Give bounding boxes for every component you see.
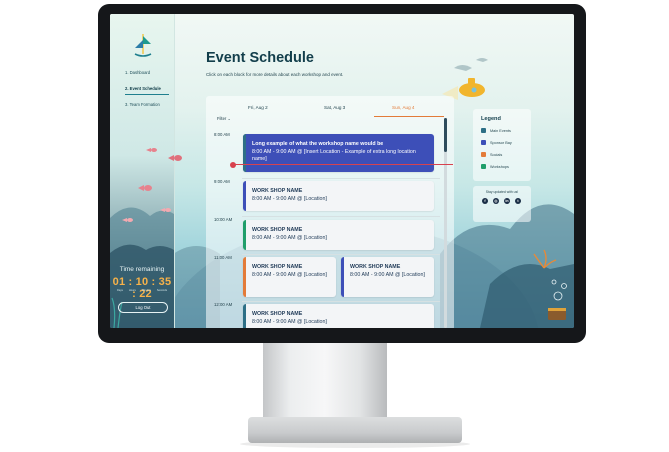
- legend-swatch: [481, 164, 486, 169]
- event-card[interactable]: WORK SHOP NAME 8:00 AM - 9:00 AM @ [Loca…: [341, 257, 434, 297]
- event-time-location: 8:00 AM - 9:00 AM @ [Location]: [252, 195, 327, 202]
- active-day-indicator: [374, 116, 444, 117]
- time-divider: [242, 216, 440, 217]
- schedule-scroll-thumb[interactable]: [444, 118, 447, 152]
- timer-units: Days Hours Minutes Seconds: [117, 289, 167, 292]
- countdown-timer: 01 : 10 : 35 : 22: [112, 276, 172, 300]
- monitor-base: [248, 417, 462, 443]
- event-name: WORK SHOP NAME: [252, 264, 303, 270]
- event-card[interactable]: WORK SHOP NAME 8:00 AM - 9:00 AM @ [Loca…: [243, 304, 434, 328]
- event-name: WORK SHOP NAME: [252, 311, 303, 317]
- legend-label: Sponsor Bay: [490, 140, 512, 145]
- event-time-location: 8:00 AM - 9:00 AM @ [Location]: [252, 271, 327, 278]
- event-time-location: 8:00 AM - 9:00 AM @ [Location]: [252, 318, 327, 325]
- event-name: WORK SHOP NAME: [252, 188, 303, 194]
- legend-swatch: [481, 140, 486, 145]
- nav-item-dashboard[interactable]: 1. Dashboard: [125, 70, 150, 75]
- timer-unit-hours: Hours: [128, 289, 136, 292]
- tab-day-sat[interactable]: Sat, Aug 3: [324, 105, 345, 110]
- nav-item-team-formation[interactable]: 3. Team Formation: [125, 102, 160, 107]
- legend-item-workshops: Workshops: [481, 164, 509, 169]
- timer-unit-days: Days: [117, 289, 123, 292]
- tab-day-sun[interactable]: Sun, Aug 4: [392, 105, 414, 110]
- event-card[interactable]: Long example of what the workshop name w…: [243, 134, 434, 172]
- event-name: WORK SHOP NAME: [350, 264, 401, 270]
- legend-label: Socials: [490, 152, 503, 157]
- timer-label: Time remaining: [119, 266, 165, 273]
- legend-swatch: [481, 128, 486, 133]
- legend-label: Main Events: [490, 128, 511, 133]
- time-label: 12:00 AM: [214, 302, 233, 307]
- event-time-location: 8:00 AM - 9:00 AM @ [Location]: [350, 271, 425, 278]
- current-time-line: [233, 164, 453, 165]
- event-card[interactable]: WORK SHOP NAME 8:00 AM - 9:00 AM @ [Loca…: [243, 257, 336, 297]
- twitter-icon[interactable]: t: [515, 198, 521, 204]
- event-card[interactable]: WORK SHOP NAME 8:00 AM - 9:00 AM @ [Loca…: [243, 181, 434, 211]
- monitor-screen: 1. Dashboard 2. Event Schedule 3. Team F…: [110, 14, 574, 328]
- instagram-icon[interactable]: ◎: [493, 198, 499, 204]
- legend-item-sponsor-bay: Sponsor Bay: [481, 140, 512, 145]
- event-name: Long example of what the workshop name w…: [252, 141, 384, 147]
- legend-title: Legend: [481, 116, 501, 122]
- timer-unit-seconds: Seconds: [156, 289, 167, 292]
- facebook-icon[interactable]: f: [482, 198, 488, 204]
- social-title: Stay updated with us!: [485, 190, 519, 194]
- page-subtitle: Click on each block for more details abo…: [206, 72, 344, 77]
- time-label: 9:00 AM: [214, 179, 230, 184]
- filter-dropdown[interactable]: Filter ⌄: [217, 116, 231, 121]
- legend-item-main-events: Main Events: [481, 128, 511, 133]
- nav-item-event-schedule[interactable]: 2. Event Schedule: [125, 86, 161, 91]
- legend-item-socials: Socials: [481, 152, 502, 157]
- logout-button[interactable]: Log Out: [118, 302, 168, 313]
- social-icons: f ◎ in t: [482, 198, 521, 204]
- timer-unit-minutes: Minutes: [141, 289, 151, 292]
- logo-icon: [134, 34, 152, 57]
- time-label: 10:00 AM: [214, 217, 233, 222]
- event-card[interactable]: WORK SHOP NAME 8:00 AM - 9:00 AM @ [Loca…: [243, 220, 434, 250]
- time-label: 11:00 AM: [214, 255, 232, 260]
- time-label: 8:00 AM: [214, 132, 230, 137]
- category-bar: [243, 220, 246, 250]
- category-bar: [243, 304, 246, 328]
- time-divider: [242, 254, 440, 255]
- category-bar: [243, 257, 246, 297]
- linkedin-icon[interactable]: in: [504, 198, 510, 204]
- category-bar: [243, 181, 246, 211]
- schedule-panel: Fri, Aug 2 Sat, Aug 3 Sun, Aug 4 Filter …: [206, 96, 454, 328]
- event-time-location: 8:00 AM - 9:00 AM @ [Location]: [252, 234, 327, 241]
- page-title: Event Schedule: [206, 50, 314, 66]
- category-bar: [243, 134, 246, 172]
- fish-icon: [138, 185, 152, 191]
- social-panel: Stay updated with us! f ◎ in t: [473, 186, 531, 222]
- legend-swatch: [481, 152, 486, 157]
- category-bar: [341, 257, 344, 297]
- monitor-stand: [263, 336, 387, 422]
- legend-label: Workshops: [490, 164, 509, 169]
- nav-active-indicator: [125, 94, 169, 95]
- legend-panel: Legend Main Events Sponsor Bay Socials W…: [473, 109, 531, 181]
- time-divider: [242, 301, 440, 302]
- event-time-location: 8:00 AM - 9:00 AM @ [Insert Location - E…: [252, 148, 416, 162]
- coral-illustration: [533, 249, 567, 320]
- current-time-dot: [230, 161, 236, 168]
- time-divider: [242, 178, 440, 179]
- tab-day-fri[interactable]: Fri, Aug 2: [248, 105, 268, 110]
- event-name: WORK SHOP NAME: [252, 227, 303, 233]
- fish-icon: [146, 148, 182, 161]
